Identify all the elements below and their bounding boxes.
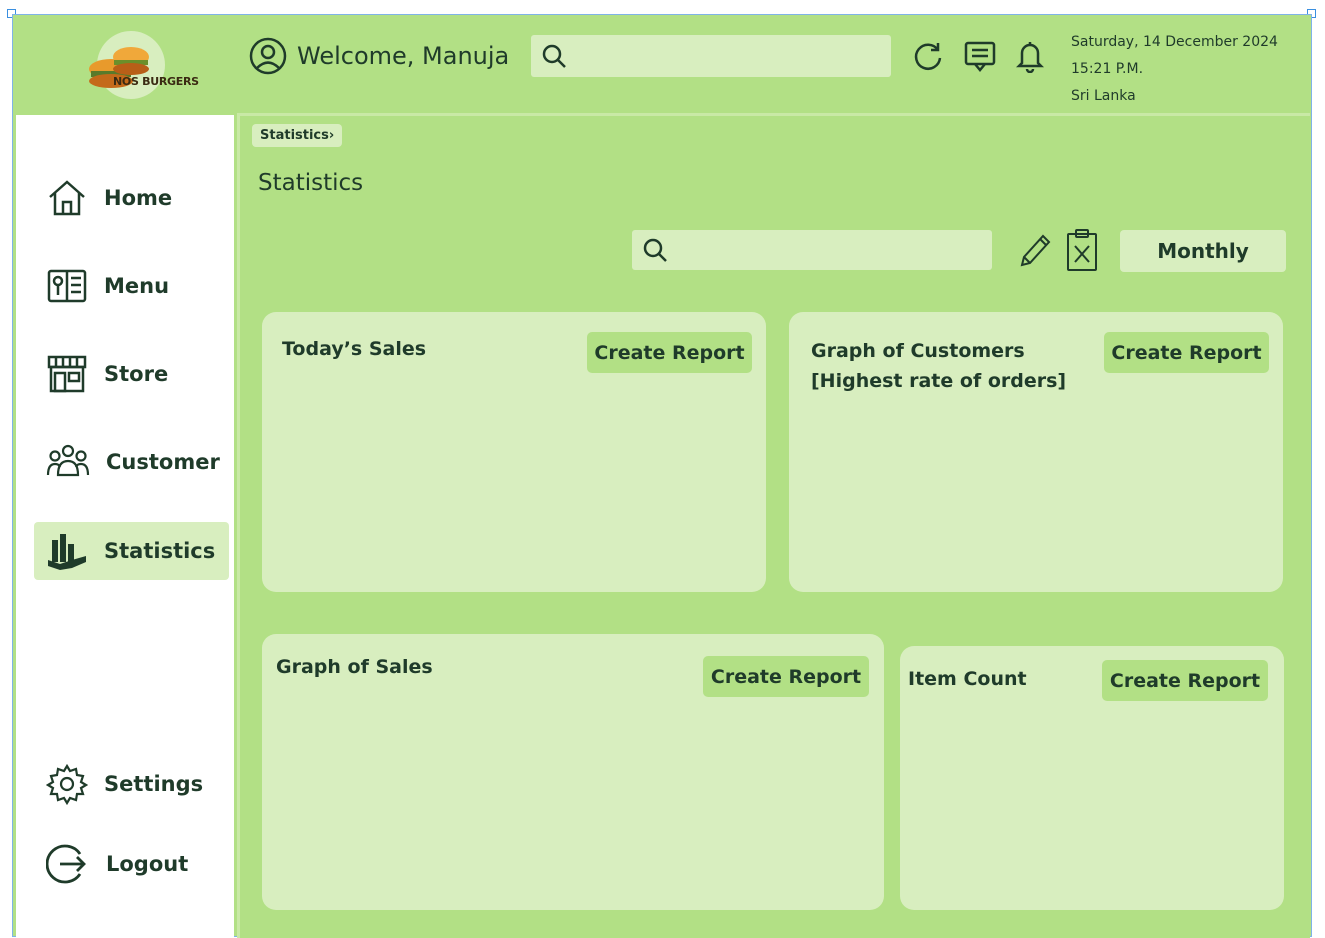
sidebar-item-label: Statistics: [104, 539, 216, 563]
time-text: 15:21 P.M.: [1071, 61, 1144, 77]
page-title: Statistics: [258, 170, 364, 196]
sidebar-item-store[interactable]: Store: [34, 345, 229, 403]
breadcrumb[interactable]: Statistics›: [252, 124, 343, 147]
app-window: NOS BURGERS Welcome, Manuja Saturday, 14…: [12, 14, 1312, 938]
home-icon: [46, 177, 88, 219]
sidebar-item-statistics[interactable]: Statistics: [34, 522, 229, 580]
period-selector[interactable]: Monthly: [1120, 230, 1286, 272]
header-search-input[interactable]: [531, 35, 891, 77]
edit-pencil-icon[interactable]: [1016, 231, 1052, 271]
create-report-button[interactable]: Create Report: [1102, 660, 1268, 701]
brand-logo: NOS BURGERS: [69, 27, 199, 105]
sidebar-item-label: Logout: [106, 852, 189, 876]
logo-text: NOS BURGERS: [113, 75, 199, 88]
sidebar-item-label: Home: [104, 186, 173, 210]
sidebar-item-label: Settings: [104, 772, 204, 796]
sidebar-item-menu[interactable]: Menu: [34, 257, 229, 315]
sidebar-item-label: Store: [104, 362, 169, 386]
message-icon[interactable]: [963, 39, 997, 73]
create-report-button[interactable]: Create Report: [1104, 332, 1269, 373]
gear-icon: [46, 763, 88, 805]
toolbar-icons: [1016, 228, 1100, 274]
sidebar-item-label: Customer: [106, 450, 220, 474]
card-graph-of-sales: Graph of Sales Create Report: [262, 634, 884, 910]
logout-icon: [46, 842, 90, 886]
sidebar-item-home[interactable]: Home: [34, 169, 229, 227]
delete-clipboard-icon[interactable]: [1064, 228, 1100, 274]
store-icon: [46, 353, 88, 395]
bell-icon[interactable]: [1015, 39, 1045, 73]
create-report-button[interactable]: Create Report: [703, 656, 869, 697]
create-report-button[interactable]: Create Report: [587, 332, 752, 373]
sidebar-item-label: Menu: [104, 274, 170, 298]
menu-book-icon: [46, 265, 88, 307]
main-content: Statistics› Statistics Monthly Today’s S…: [237, 113, 1310, 938]
date-time-location: Saturday, 14 December 2024 15:21 P.M. Sr…: [1071, 29, 1278, 110]
card-todays-sales: Today’s Sales Create Report: [262, 312, 766, 592]
sidebar-item-settings[interactable]: Settings: [34, 755, 229, 813]
user-avatar-icon[interactable]: [249, 37, 287, 75]
date-text: Saturday, 14 December 2024: [1071, 34, 1278, 50]
search-icon: [642, 237, 668, 263]
statistics-search-input[interactable]: [632, 230, 992, 270]
card-title: Item Count: [908, 668, 1027, 690]
card-title: Graph of Sales: [276, 656, 433, 678]
welcome-block: Welcome, Manuja: [249, 37, 509, 75]
sidebar-item-customer[interactable]: Customer: [34, 433, 229, 491]
customers-icon: [46, 441, 90, 483]
search-icon: [541, 43, 567, 69]
location-text: Sri Lanka: [1071, 88, 1136, 104]
card-title: Today’s Sales: [282, 338, 427, 360]
header-actions: [911, 39, 1045, 73]
card-graph-of-customers: Graph of Customers [Highest rate of orde…: [789, 312, 1283, 592]
top-header: NOS BURGERS Welcome, Manuja Saturday, 14…: [13, 15, 1311, 113]
statistics-icon: [46, 530, 88, 572]
card-title: Graph of Customers [Highest rate of orde…: [811, 340, 1067, 392]
sidebar: Home Menu Store Customer Statistics Sett…: [16, 115, 234, 938]
welcome-text: Welcome, Manuja: [297, 42, 510, 70]
sidebar-item-logout[interactable]: Logout: [34, 835, 229, 893]
card-item-count: Item Count Create Report: [900, 646, 1284, 910]
refresh-icon[interactable]: [911, 39, 945, 73]
